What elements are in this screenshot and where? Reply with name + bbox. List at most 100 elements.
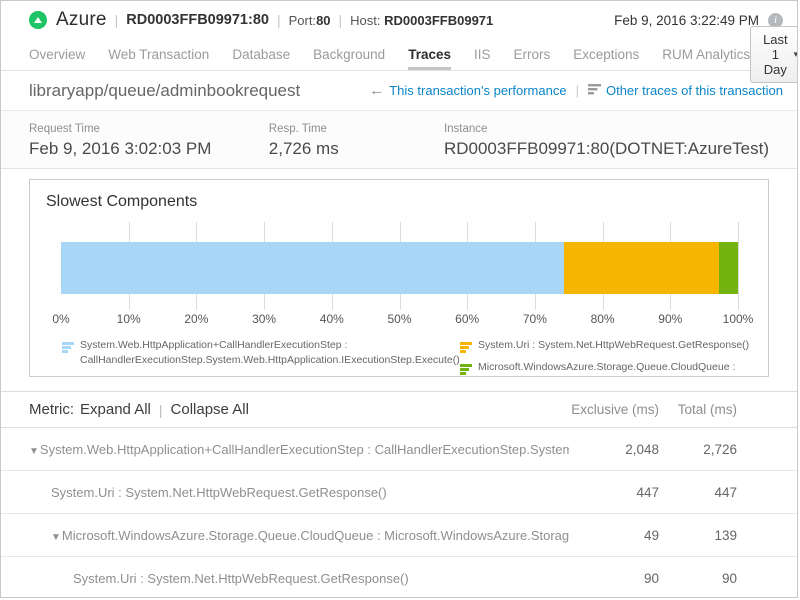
exclusive-ms-value: 447 <box>569 485 659 500</box>
separator: | <box>115 12 119 28</box>
arrow-left-icon: ← <box>369 82 384 99</box>
exclusive-ms-value: 49 <box>569 528 659 543</box>
legend-entry: Microsoft.WindowsAzure.Storage.Queue.Clo… <box>460 360 769 377</box>
separator: | <box>339 12 343 28</box>
transaction-title: libraryapp/queue/adminbookrequest <box>29 81 300 101</box>
time-range-label: Last 1 Day <box>763 32 788 77</box>
nav-tabs: Overview Web Transaction Database Backgroun… <box>29 39 750 70</box>
chart-title: Slowest Components <box>30 180 768 212</box>
table-row[interactable]: System.Uri : System.Net.HttpWebRequest.G… <box>1 471 797 514</box>
table-row[interactable]: ▼Microsoft.WindowsAzure.Storage.Queue.Cl… <box>1 514 797 557</box>
table-row[interactable]: ▼System.Web.HttpApplication+CallHandlerE… <box>1 428 797 471</box>
bar-segment-2[interactable] <box>719 242 738 294</box>
metric-name: System.Uri : System.Net.HttpWebRequest.G… <box>1 571 569 586</box>
collapse-all-button[interactable]: Collapse All <box>171 401 249 418</box>
x-axis-labels: 0%10%20%30%40%50%60%70%80%90%100% <box>61 312 738 330</box>
column-headers: Exclusive (ms) Total (ms) <box>569 402 737 417</box>
separator: | <box>576 83 579 98</box>
nav-controls: Last 1 Day▾ ≡ <box>750 39 798 70</box>
tab-background[interactable]: Background <box>313 39 385 70</box>
current-timestamp: Feb 9, 2016 3:22:49 PM <box>614 13 759 28</box>
tab-overview[interactable]: Overview <box>29 39 85 70</box>
total-ms-value: 139 <box>659 528 737 543</box>
tick-label-80%: 80% <box>591 312 615 326</box>
table-row[interactable]: System.Uri : System.Net.HttpWebRequest.G… <box>1 557 797 598</box>
legend-entry: System.Uri : System.Net.HttpWebRequest.G… <box>460 338 769 358</box>
metric-name: ▼System.Web.HttpApplication+CallHandlerE… <box>1 442 569 457</box>
tick-label-90%: 90% <box>658 312 682 326</box>
metric-name: ▼Microsoft.WindowsAzure.Storage.Queue.Cl… <box>1 528 569 543</box>
time-range-picker[interactable]: Last 1 Day ▾ <box>750 26 798 83</box>
exclusive-column-header: Exclusive (ms) <box>569 402 659 417</box>
separator: | <box>159 402 163 418</box>
performance-link[interactable]: This transaction's performance <box>389 83 566 98</box>
legend-bars-icon <box>460 362 472 377</box>
instance-id: RD0003FFB09971:80 <box>126 12 269 28</box>
response-time: Resp. Time 2,726 ms <box>269 115 444 168</box>
up-arrow-icon <box>34 17 42 23</box>
app-name: Azure <box>56 9 107 31</box>
gridline-100% <box>738 222 739 310</box>
request-time: Request Time Feb 9, 2016 3:02:03 PM <box>29 115 269 168</box>
tick-label-60%: 60% <box>455 312 479 326</box>
expand-all-button[interactable]: Expand All <box>80 401 151 418</box>
response-time-label: Resp. Time <box>269 123 444 135</box>
port-value: 80 <box>316 13 330 28</box>
port-info: Port:80 <box>289 13 331 28</box>
metric-name: System.Uri : System.Net.HttpWebRequest.G… <box>1 485 569 500</box>
tab-traces[interactable]: Traces <box>408 39 451 70</box>
metric-label: Metric: <box>29 401 74 418</box>
request-time-label: Request Time <box>29 123 269 135</box>
host-info: Host: RD0003FFB09971 <box>350 13 493 28</box>
tab-iis[interactable]: IIS <box>474 39 491 70</box>
host-label: Host: <box>350 13 380 28</box>
legend-label: Microsoft.WindowsAzure.Storage.Queue.Clo… <box>478 360 769 377</box>
tab-database[interactable]: Database <box>232 39 290 70</box>
request-time-value: Feb 9, 2016 3:02:03 PM <box>29 139 269 159</box>
tick-label-70%: 70% <box>523 312 547 326</box>
tick-label-50%: 50% <box>387 312 411 326</box>
tab-errors[interactable]: Errors <box>514 39 551 70</box>
bar-segment-0[interactable] <box>61 242 564 294</box>
bar-segment-1[interactable] <box>564 242 719 294</box>
stacked-bar-plot <box>61 222 738 310</box>
separator: | <box>277 12 281 28</box>
app-header: Azure | RD0003FFB09971:80 | Port:80 | Ho… <box>1 1 797 39</box>
nav-bar: Overview Web Transaction Database Backgroun… <box>1 39 797 71</box>
instance-label: Instance <box>444 123 769 135</box>
legend-column-left: System.Web.HttpApplication+CallHandlerEx… <box>62 338 460 369</box>
legend-column-right: System.Uri : System.Net.HttpWebRequest.G… <box>460 338 769 377</box>
host-value: RD0003FFB09971 <box>384 13 493 28</box>
transaction-header: libraryapp/queue/adminbookrequest ← This… <box>1 71 797 111</box>
total-ms-value: 447 <box>659 485 737 500</box>
legend-bars-icon <box>62 340 74 367</box>
chevron-down-icon: ▾ <box>794 49 798 60</box>
collapse-caret-icon[interactable]: ▼ <box>29 446 39 457</box>
slowest-components-panel: Slowest Components 0%10%20%30%40%50%60%7… <box>29 179 769 377</box>
tab-rum-analytics[interactable]: RUM Analytics <box>662 39 750 70</box>
health-status-icon <box>29 11 47 29</box>
trace-list-icon <box>588 83 601 98</box>
port-label: Port: <box>289 13 316 28</box>
tick-label-10%: 10% <box>117 312 141 326</box>
tick-label-100%: 100% <box>723 312 754 326</box>
other-traces-link[interactable]: Other traces of this transaction <box>606 83 783 98</box>
tick-label-40%: 40% <box>320 312 344 326</box>
metric-table-header: Metric: Expand All | Collapse All Exclus… <box>1 391 797 428</box>
metric-table-body: ▼System.Web.HttpApplication+CallHandlerE… <box>1 428 797 598</box>
legend-entry: System.Web.HttpApplication+CallHandlerEx… <box>62 338 460 367</box>
tab-exceptions[interactable]: Exceptions <box>573 39 639 70</box>
app-window: Azure | RD0003FFB09971:80 | Port:80 | Ho… <box>0 0 798 598</box>
total-ms-value: 90 <box>659 571 737 586</box>
transaction-links: ← This transaction's performance | Other… <box>369 82 783 99</box>
collapse-caret-icon[interactable]: ▼ <box>51 532 61 543</box>
stacked-bar <box>61 242 738 294</box>
total-ms-value: 2,726 <box>659 442 737 457</box>
instance-value: RD0003FFB09971:80(DOTNET:AzureTest) <box>444 139 769 159</box>
tab-web-transaction[interactable]: Web Transaction <box>108 39 209 70</box>
trace-summary: Request Time Feb 9, 2016 3:02:03 PM Resp… <box>1 111 797 169</box>
exclusive-ms-value: 90 <box>569 571 659 586</box>
total-column-header: Total (ms) <box>659 402 737 417</box>
tick-label-30%: 30% <box>252 312 276 326</box>
legend-bars-icon <box>460 340 472 358</box>
